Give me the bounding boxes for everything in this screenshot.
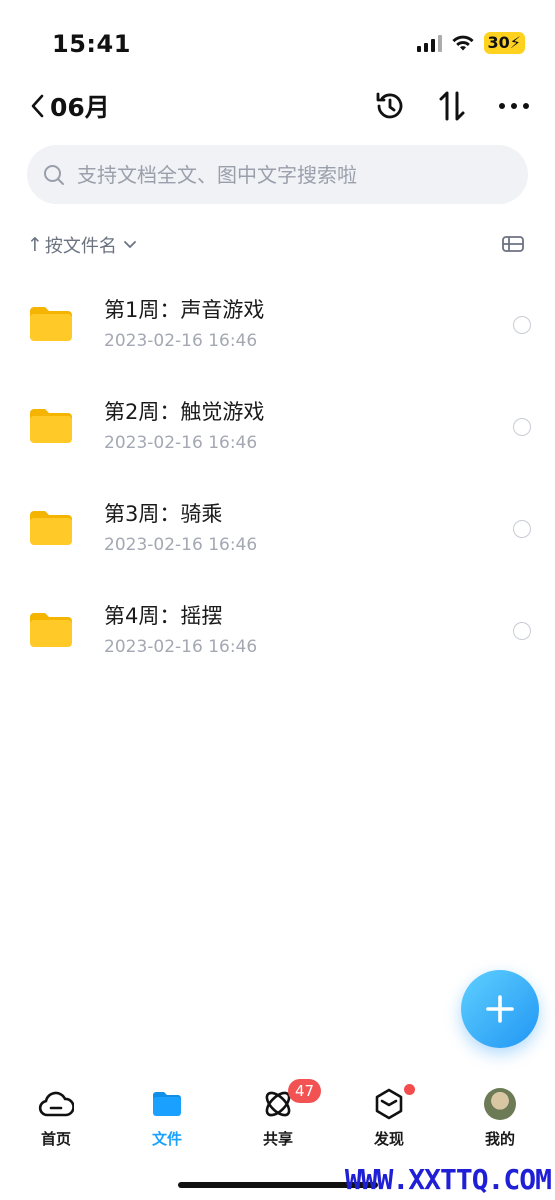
wifi-icon xyxy=(451,35,474,51)
select-radio[interactable] xyxy=(513,520,531,538)
search-icon xyxy=(44,164,64,185)
more-icon xyxy=(499,103,529,109)
tab-label: 发现 xyxy=(373,1130,404,1148)
tab-label: 首页 xyxy=(40,1130,71,1148)
select-radio[interactable] xyxy=(513,316,531,334)
folder-icon xyxy=(30,307,72,341)
cube-icon xyxy=(375,1088,403,1120)
tab-me[interactable]: 我的 xyxy=(460,1086,540,1149)
notification-dot xyxy=(404,1084,415,1095)
file-date: 2023-02-16 16:46 xyxy=(104,331,258,351)
signal-icon xyxy=(416,34,442,52)
sort-dropdown[interactable]: ↑ 按文件名 xyxy=(27,232,137,258)
tab-label: 文件 xyxy=(151,1130,182,1148)
plus-icon xyxy=(486,995,514,1023)
back-button[interactable]: 06月 xyxy=(30,88,110,124)
sort-order-button[interactable] xyxy=(432,86,472,126)
battery-indicator: 30⚡ xyxy=(483,32,525,54)
cloud-icon xyxy=(38,1091,74,1117)
status-icons: 30⚡ xyxy=(416,31,525,55)
avatar xyxy=(484,1088,516,1120)
tab-bar: 首页 文件 共享 47 发现 我的 xyxy=(0,1078,555,1168)
file-name: 第1周：声音游戏 xyxy=(104,298,265,322)
select-radio[interactable] xyxy=(513,418,531,436)
tab-label: 共享 xyxy=(262,1130,293,1148)
search-bar[interactable] xyxy=(27,145,528,204)
file-date: 2023-02-16 16:46 xyxy=(104,535,258,555)
notification-badge: 47 xyxy=(288,1079,322,1103)
status-time: 15:41 xyxy=(52,30,131,58)
file-date: 2023-02-16 16:46 xyxy=(104,637,258,657)
watermark: WWW.XXTTQ.COM xyxy=(344,1163,552,1196)
tab-home[interactable]: 首页 xyxy=(16,1086,96,1149)
chevron-left-icon xyxy=(31,94,44,118)
tab-share[interactable]: 共享 47 xyxy=(238,1079,322,1149)
list-item[interactable]: 第3周：骑乘 2023-02-16 16:46 xyxy=(0,481,555,581)
folder-icon xyxy=(30,511,72,545)
file-name: 第2周：触觉游戏 xyxy=(104,400,265,424)
tab-label: 我的 xyxy=(484,1130,515,1148)
arrow-up-icon: ↑ xyxy=(27,234,43,256)
list-item[interactable]: 第1周：声音游戏 2023-02-16 16:46 xyxy=(0,277,555,377)
list-item[interactable]: 第4周：摇摆 2023-02-16 16:46 xyxy=(0,583,555,683)
list-item[interactable]: 第2周：触觉游戏 2023-02-16 16:46 xyxy=(0,379,555,479)
folder-icon xyxy=(30,613,72,647)
tab-discover[interactable]: 发现 xyxy=(349,1084,429,1149)
add-button[interactable] xyxy=(461,970,539,1048)
select-radio[interactable] xyxy=(513,622,531,640)
chevron-down-icon xyxy=(124,241,136,249)
file-date: 2023-02-16 16:46 xyxy=(104,433,258,453)
history-icon xyxy=(376,92,403,119)
search-input[interactable] xyxy=(75,161,499,188)
sort-label: 按文件名 xyxy=(44,236,117,257)
folder-icon xyxy=(153,1092,181,1116)
tab-files[interactable]: 文件 xyxy=(127,1086,207,1149)
view-mode-icon[interactable] xyxy=(501,232,525,256)
history-button[interactable] xyxy=(370,86,410,126)
folder-icon xyxy=(30,409,72,443)
sort-arrows-icon xyxy=(439,91,465,121)
page-title: 06月 xyxy=(50,93,110,122)
file-name: 第3周：骑乘 xyxy=(104,502,223,526)
more-button[interactable] xyxy=(494,86,534,126)
file-name: 第4周：摇摆 xyxy=(104,604,223,628)
